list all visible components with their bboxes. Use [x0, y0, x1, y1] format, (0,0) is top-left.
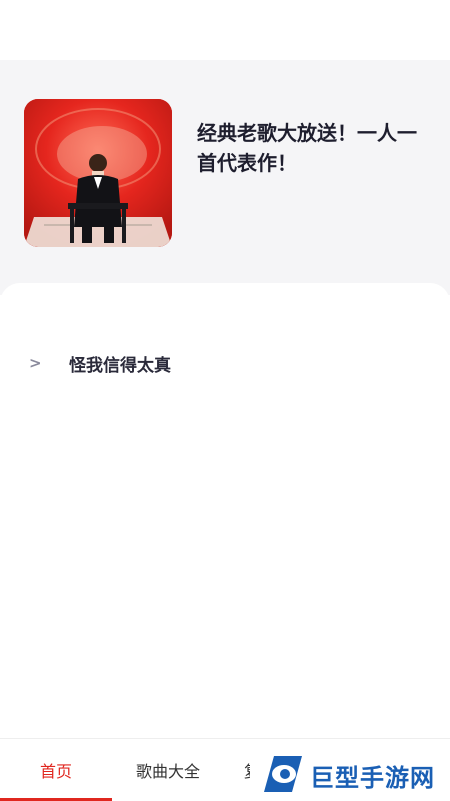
album-cover [24, 99, 172, 247]
album-cover-art [24, 99, 172, 247]
tab-song-library-label: 歌曲大全 [135, 762, 200, 781]
song-title: 怪我信得太真 [69, 355, 171, 376]
album-title: 经典老歌大放送！一人一首代表作！ [197, 121, 417, 175]
tab-home-label: 首页 [39, 762, 72, 781]
list-item[interactable]: > 怪我信得太真 [0, 345, 450, 381]
watermark-logo-icon [264, 756, 302, 792]
status-bar [0, 0, 450, 60]
watermark-text: 巨型手游网 [310, 764, 435, 792]
tab-song-library[interactable]: 歌曲大全 [112, 739, 224, 801]
tab-home[interactable]: 首页 [0, 739, 112, 801]
chevron-right-icon: > [29, 354, 42, 372]
watermark: 巨型手游网 [250, 750, 450, 800]
